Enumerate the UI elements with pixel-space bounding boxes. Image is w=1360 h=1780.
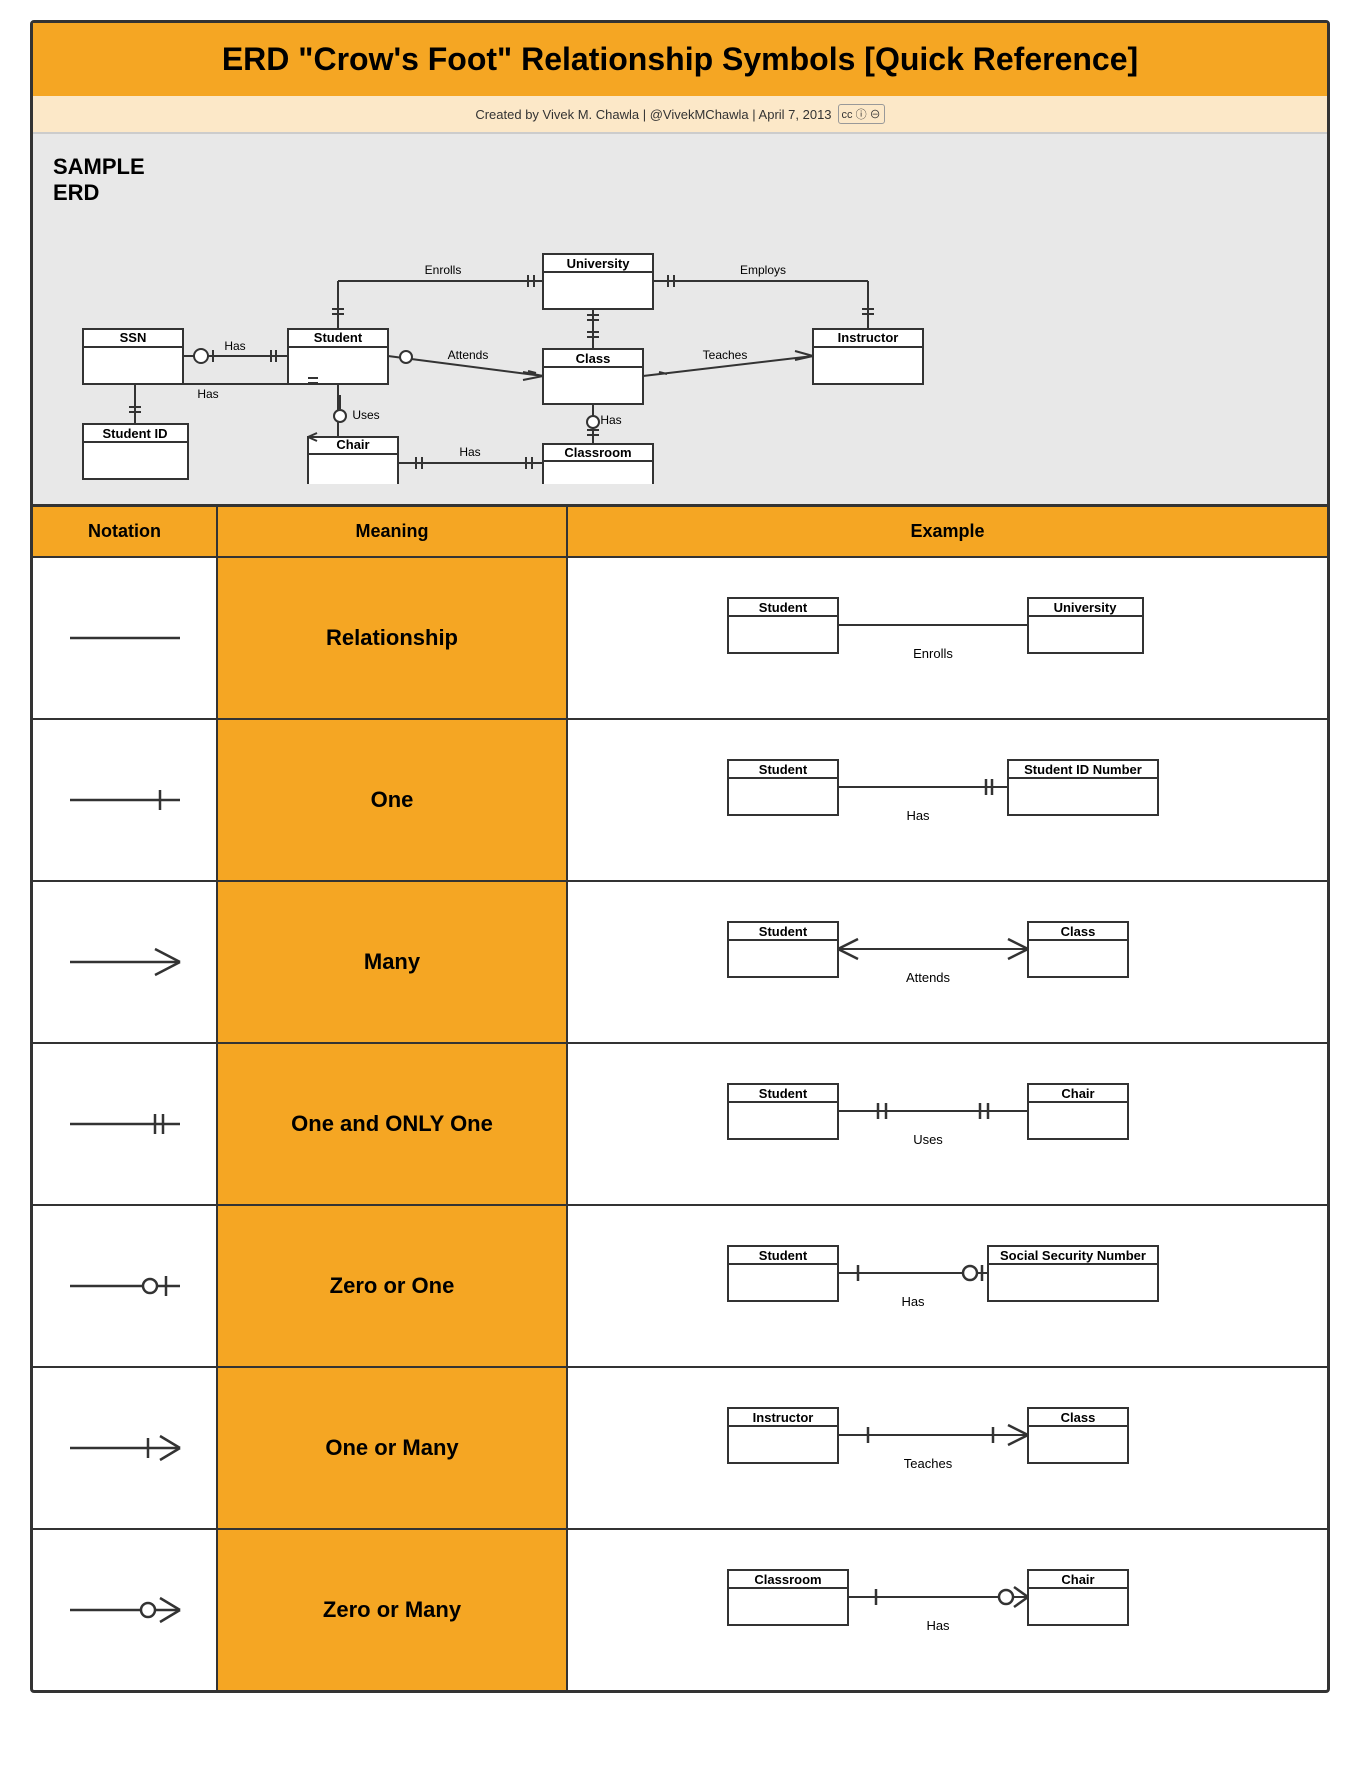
reference-table: Notation Meaning Example Relationship St…: [33, 507, 1327, 1690]
svg-text:University: University: [567, 256, 631, 271]
svg-text:Classroom: Classroom: [754, 1572, 821, 1587]
svg-text:Student ID Number: Student ID Number: [1024, 762, 1142, 777]
notation-one-only: [33, 1044, 218, 1204]
example-svg-one: Student Student ID Number Has: [698, 740, 1198, 860]
svg-text:Attends: Attends: [905, 970, 950, 985]
svg-text:Uses: Uses: [352, 408, 379, 422]
svg-text:Class: Class: [1060, 1410, 1095, 1425]
svg-text:University: University: [1053, 600, 1117, 615]
svg-text:Attends: Attends: [448, 348, 489, 362]
notation-zero-one: [33, 1206, 218, 1366]
svg-text:Enrolls: Enrolls: [425, 263, 462, 277]
svg-text:Has: Has: [224, 339, 245, 353]
meaning-one-only: One and ONLY One: [218, 1044, 568, 1204]
notation-zero-many: [33, 1530, 218, 1690]
example-one: Student Student ID Number Has: [568, 720, 1327, 880]
erd-diagram: SSN Student ID Student Chair University …: [53, 154, 1307, 484]
svg-text:Has: Has: [901, 1294, 925, 1309]
svg-text:Teaches: Teaches: [903, 1456, 952, 1471]
page-title: ERD "Crow's Foot" Relationship Symbols […: [53, 41, 1307, 78]
svg-text:SSN: SSN: [120, 330, 147, 345]
svg-text:Has: Has: [926, 1618, 950, 1633]
example-relationship: Student University Enrolls: [568, 558, 1327, 718]
row-many: Many Student Class Attends: [33, 880, 1327, 1042]
svg-text:Student: Student: [758, 1086, 807, 1101]
row-relationship: Relationship Student University Enrolls: [33, 556, 1327, 718]
svg-text:Has: Has: [197, 387, 218, 401]
meaning-one: One: [218, 720, 568, 880]
svg-text:Student: Student: [758, 1248, 807, 1263]
notation-relationship: [33, 558, 218, 718]
example-svg-one-many: Instructor Class Teaches: [698, 1388, 1198, 1508]
svg-text:Student: Student: [758, 924, 807, 939]
notation-svg-one-many: [60, 1423, 190, 1473]
svg-text:Social Security Number: Social Security Number: [1000, 1248, 1146, 1263]
notation-svg-one: [60, 775, 190, 825]
col-example: Example: [568, 507, 1327, 556]
credits-bar: Created by Vivek M. Chawla | @VivekMChaw…: [33, 96, 1327, 134]
example-one-many: Instructor Class Teaches: [568, 1368, 1327, 1528]
svg-text:Chair: Chair: [1061, 1086, 1094, 1101]
notation-svg-many: [60, 937, 190, 987]
col-notation: Notation: [33, 507, 218, 556]
row-zero-many: Zero or Many Classroom Chair Ha: [33, 1528, 1327, 1690]
credits-text: Created by Vivek M. Chawla | @VivekMChaw…: [475, 107, 831, 122]
svg-text:Has: Has: [459, 445, 480, 459]
svg-text:Class: Class: [1060, 924, 1095, 939]
row-one-many: One or Many Instructor Class Te: [33, 1366, 1327, 1528]
table-header: Notation Meaning Example: [33, 507, 1327, 556]
meaning-one-many: One or Many: [218, 1368, 568, 1528]
example-svg-one-only: Student Chair Uses: [698, 1064, 1198, 1184]
svg-text:Student: Student: [314, 330, 363, 345]
svg-text:Student ID: Student ID: [103, 426, 168, 441]
row-zero-one: Zero or One Student Social Security Numb…: [33, 1204, 1327, 1366]
svg-text:Employs: Employs: [740, 263, 786, 277]
example-zero-one: Student Social Security Number Has: [568, 1206, 1327, 1366]
notation-svg-one-only: [60, 1099, 190, 1149]
svg-text:Student: Student: [758, 600, 807, 615]
example-svg-relationship: Student University Enrolls: [698, 578, 1198, 698]
svg-text:Has: Has: [600, 413, 621, 427]
notation-one: [33, 720, 218, 880]
main-container: ERD "Crow's Foot" Relationship Symbols […: [30, 20, 1330, 1693]
svg-text:Has: Has: [906, 808, 930, 823]
row-one: One Student Student ID Number Has: [33, 718, 1327, 880]
notation-svg-relationship: [60, 613, 190, 663]
col-meaning: Meaning: [218, 507, 568, 556]
svg-text:Classroom: Classroom: [564, 445, 631, 460]
svg-text:Chair: Chair: [336, 437, 369, 452]
example-many: Student Class Attends: [568, 882, 1327, 1042]
svg-text:Class: Class: [576, 351, 611, 366]
meaning-many: Many: [218, 882, 568, 1042]
erd-section: SAMPLE ERD SSN Student ID Student Chair: [33, 134, 1327, 507]
notation-svg-zero-one: [60, 1261, 190, 1311]
meaning-zero-many: Zero or Many: [218, 1530, 568, 1690]
example-svg-zero-one: Student Social Security Number Has: [698, 1226, 1198, 1346]
svg-text:Student: Student: [758, 762, 807, 777]
svg-text:Enrolls: Enrolls: [913, 646, 953, 661]
notation-svg-zero-many: [60, 1585, 190, 1635]
example-one-only: Student Chair Uses: [568, 1044, 1327, 1204]
example-svg-many: Student Class Attends: [698, 902, 1198, 1022]
example-svg-zero-many: Classroom Chair Has: [698, 1550, 1198, 1670]
cc-badge: cc ⓘ ⊖: [838, 104, 885, 124]
example-zero-many: Classroom Chair Has: [568, 1530, 1327, 1690]
meaning-relationship: Relationship: [218, 558, 568, 718]
svg-text:Instructor: Instructor: [752, 1410, 813, 1425]
svg-text:Uses: Uses: [913, 1132, 943, 1147]
svg-text:Instructor: Instructor: [838, 330, 899, 345]
notation-one-many: [33, 1368, 218, 1528]
title-bar: ERD "Crow's Foot" Relationship Symbols […: [33, 23, 1327, 96]
meaning-zero-one: Zero or One: [218, 1206, 568, 1366]
erd-label: SAMPLE ERD: [53, 154, 145, 206]
svg-text:Teaches: Teaches: [703, 348, 748, 362]
row-one-only: One and ONLY One Student Chair: [33, 1042, 1327, 1204]
svg-text:Chair: Chair: [1061, 1572, 1094, 1587]
notation-many: [33, 882, 218, 1042]
